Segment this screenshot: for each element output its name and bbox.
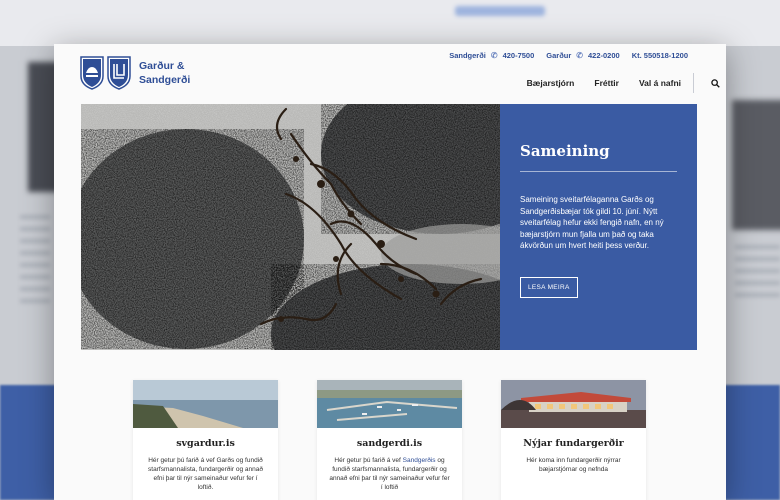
card-svgardur[interactable]: svgardur.is Hér getur þú farið á vef Gar… xyxy=(133,380,278,500)
contact-bar: Sandgerði ✆ 420-7500 Garður ✆ 422-0200 K… xyxy=(449,51,688,60)
card-image-building xyxy=(501,380,646,428)
phone-number[interactable]: 422-0200 xyxy=(588,51,620,60)
card-image-harbor xyxy=(317,380,462,428)
search-button[interactable] xyxy=(704,78,726,88)
hero-panel: Sameining Sameining sveitarfélaganna Gar… xyxy=(500,104,697,350)
nav-item-frettir[interactable]: Fréttir xyxy=(594,78,619,88)
main-nav: Bæjarstjórn Fréttir Val á nafni xyxy=(527,73,726,93)
background-text-right xyxy=(735,245,780,305)
nav-divider xyxy=(693,73,694,93)
hero-body: Sameining sveitarfélaganna Garðs og Sand… xyxy=(520,195,664,251)
card-title: Nýjar fundargerðir xyxy=(523,438,624,449)
nav-item-baejarstjorn[interactable]: Bæjarstjórn xyxy=(527,78,575,88)
read-more-button[interactable]: LESA MEIRA xyxy=(520,276,578,298)
shield-icon xyxy=(107,56,131,90)
brand-name-line2: Sandgerði xyxy=(139,74,191,86)
background-header xyxy=(0,0,780,46)
card-fundargerdir[interactable]: Nýjar fundargerðir Hér koma inn fundarge… xyxy=(501,380,646,500)
card-body-text: Hér getur þú farið á vef xyxy=(334,457,401,464)
card-row: svgardur.is Hér getur þú farið á vef Gar… xyxy=(133,380,646,500)
background-image-right xyxy=(732,100,780,230)
shield-icon xyxy=(80,56,104,90)
contact-gardur: Garður ✆ 422-0200 xyxy=(546,51,619,60)
hero-title: Sameining xyxy=(520,142,677,172)
hero-section: Sameining Sameining sveitarfélaganna Gar… xyxy=(81,104,697,350)
phone-icon: ✆ xyxy=(490,51,498,60)
phone-number[interactable]: 420-7500 xyxy=(503,51,535,60)
nav-item-val-a-nafni[interactable]: Val á nafni xyxy=(639,78,681,88)
sandgerdis-link[interactable]: Sandgerðis xyxy=(403,457,436,464)
brand-name-line1: Garður & xyxy=(139,60,185,72)
contact-sandgerdi: Sandgerði ✆ 420-7500 xyxy=(449,51,534,60)
card-image-beach xyxy=(133,380,278,428)
brand-name: Garður & Sandgerði xyxy=(139,59,199,87)
site-header: Garður & Sandgerði Sandgerði ✆ 420-7500 … xyxy=(54,44,726,102)
site-logo[interactable]: Garður & Sandgerði xyxy=(80,56,199,90)
hero-image-lava-rocks xyxy=(81,104,500,350)
contact-label: Garður xyxy=(546,51,572,60)
kennitala-text: Kt. 550518-1200 xyxy=(631,51,688,60)
phone-icon: ✆ xyxy=(576,51,583,60)
background-link-blur xyxy=(455,6,545,16)
card-title: sandgerdi.is xyxy=(356,438,423,449)
card-title: svgardur.is xyxy=(176,438,235,449)
website-page: Garður & Sandgerði Sandgerði ✆ 420-7500 … xyxy=(54,44,726,500)
background-text-left xyxy=(20,215,50,305)
contact-kennitala: Kt. 550518-1200 xyxy=(632,51,688,60)
card-body: Hér koma inn fundargerðir nýrrar bæjarst… xyxy=(526,457,621,473)
search-icon xyxy=(710,78,720,88)
contact-label: Sandgerði xyxy=(449,51,486,60)
card-body: Hér getur þú farið á vef Garðs og fundið… xyxy=(148,457,263,491)
card-body: Hér getur þú farið á vef Sandgerðis og f… xyxy=(329,456,450,492)
card-sandgerdi[interactable]: sandgerdi.is Hér getur þú farið á vef Sa… xyxy=(317,380,462,500)
